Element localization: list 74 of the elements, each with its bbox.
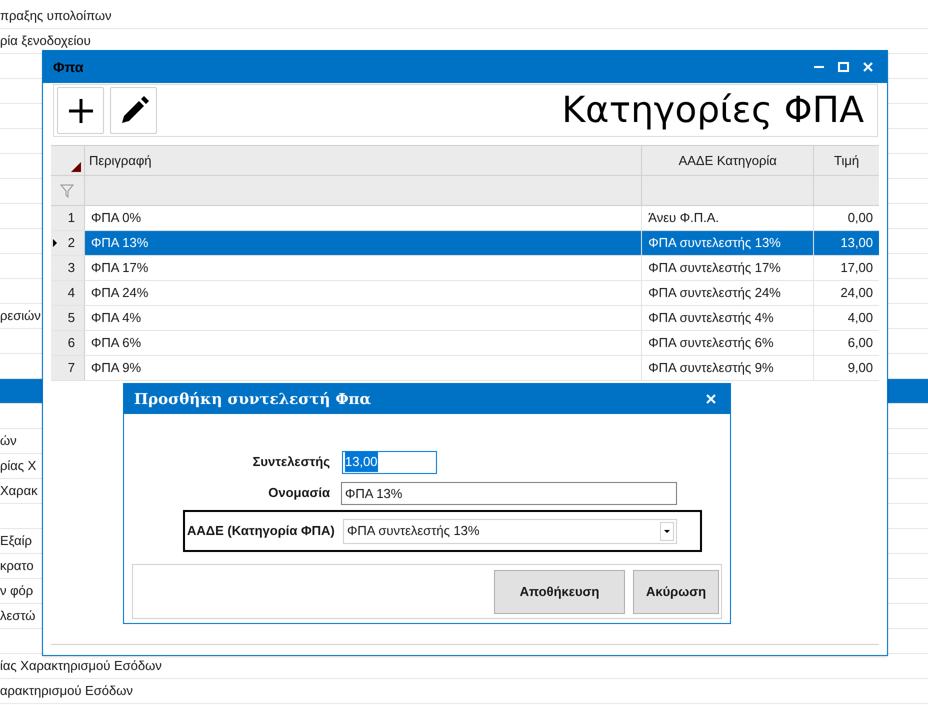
table-cell: ΦΠΑ συντελεστής 6%: [642, 331, 814, 355]
table-cell: Άνευ Φ.Π.Α.: [642, 206, 814, 230]
edit-button[interactable]: [110, 87, 157, 134]
table-cell: ΦΠΑ 17%: [84, 256, 642, 280]
selected-value-text: 13,00: [345, 452, 378, 472]
field-label: Ονομασία: [267, 484, 330, 502]
table-cell: ΦΠΑ συντελεστής 4%: [642, 306, 814, 330]
column-header[interactable]: ΑΑΔΕ Κατηγορία: [642, 146, 814, 175]
row-number: 4: [51, 281, 85, 305]
table-cell-text: 17,00: [839, 259, 874, 278]
field-label: ΑΑΔΕ (Κατηγορία ΦΠΑ): [186, 522, 336, 540]
dialog-title: Προσθήκη συντελεστή Φπα: [134, 388, 372, 410]
table-row[interactable]: 1 ΦΠΑ 0% Άνευ Φ.Π.Α. 0,00: [51, 206, 879, 231]
table-cell: ΦΠΑ 24%: [84, 281, 642, 305]
row-pointer-icon: [53, 239, 57, 247]
page-heading: Κατηγορίες ΦΠΑ: [562, 88, 865, 132]
table-cell: ΦΠΑ 0%: [84, 206, 642, 230]
table-row[interactable]: 7 ΦΠΑ 9% ΦΠΑ συντελεστής 9% 9,00: [51, 356, 879, 381]
list-item-text: πραξης υπολοίπων: [0, 7, 112, 26]
row-number: 6: [51, 331, 85, 355]
list-item-text: ίας Χαρακτηρισμού Εσόδων: [0, 657, 162, 676]
dropdown-button[interactable]: [660, 522, 674, 540]
table-cell-text: 6,00: [846, 334, 874, 352]
table-row[interactable]: 5 ΦΠΑ 4% ΦΠΑ συντελεστής 4% 4,00: [51, 306, 879, 331]
maximize-icon[interactable]: [838, 62, 849, 72]
table-cell: ΦΠΑ συντελεστής 17%: [642, 256, 814, 280]
table-cell-text: 0,00: [846, 209, 874, 228]
table-cell-text: 24,00: [839, 284, 874, 302]
column-header[interactable]: Περιγραφή: [84, 146, 642, 175]
list-item-text: Χαρακ: [0, 482, 38, 500]
row-number: 7: [51, 356, 85, 380]
corner-triangle-icon: [70, 162, 81, 172]
list-item-text: ρεσιών: [0, 307, 41, 326]
list-item-text: λεστώ: [0, 607, 36, 626]
rate-field[interactable]: 13,00: [342, 450, 437, 474]
row-number: 2: [51, 231, 85, 255]
add-button[interactable]: [57, 87, 104, 134]
row-number: 5: [51, 306, 85, 330]
list-item-text: ών: [0, 432, 17, 450]
save-button[interactable]: Αποθήκευση: [494, 570, 625, 614]
table-cell: ΦΠΑ συντελεστής 24%: [642, 281, 814, 305]
column-header[interactable]: Τιμή: [814, 146, 879, 175]
table-cell-text: 9,00: [846, 359, 874, 378]
table-cell: ΦΠΑ 13%: [84, 231, 642, 255]
table-cell: ΦΠΑ 6%: [84, 331, 642, 355]
list-item-text: Εξαίρ: [0, 532, 32, 550]
plus-icon: [68, 98, 94, 124]
list-row[interactable]: πραξης υπολοίπων: [0, 4, 928, 29]
table-row[interactable]: 2 ΦΠΑ 13% ΦΠΑ συντελεστής 13% 13,00: [51, 231, 879, 256]
list-item-text: ρίας Χ: [0, 457, 36, 476]
row-number: 3: [51, 256, 85, 280]
list-item-text: κρατο: [0, 557, 34, 576]
category-dropdown[interactable]: ΦΠΑ συντελεστής 13%: [343, 518, 677, 544]
table-row[interactable]: 4 ΦΠΑ 24% ΦΠΑ συντελεστής 24% 24,00: [51, 281, 879, 306]
table-row[interactable]: 3 ΦΠΑ 17% ΦΠΑ συντελεστής 17% 17,00: [51, 256, 879, 281]
table-cell: ΦΠΑ 4%: [84, 306, 642, 330]
table-cell: ΦΠΑ 9%: [84, 356, 642, 380]
table-cell: ΦΠΑ συντελεστής 9%: [642, 356, 814, 380]
table-row[interactable]: 6 ΦΠΑ 6% ΦΠΑ συντελεστής 6% 6,00: [51, 331, 879, 356]
row-number: 1: [51, 206, 85, 230]
caret-icon: [664, 530, 670, 532]
list-row[interactable]: αρακτηρισμού Εσόδων: [0, 679, 928, 704]
window-title: Φπα: [53, 58, 84, 76]
close-icon[interactable]: [706, 394, 716, 404]
list-item-text: ρία ξενοδοχείου: [0, 32, 91, 50]
close-icon[interactable]: [863, 62, 873, 72]
table-cell: ΦΠΑ συντελεστής 13%: [642, 231, 814, 255]
name-field[interactable]: ΦΠΑ 13%: [341, 482, 677, 504]
table-cell-text: 4,00: [846, 309, 874, 328]
field-label: Συντελεστής: [252, 453, 330, 472]
table-cell-text: 13,00: [839, 234, 874, 252]
list-item-text: αρακτηρισμού Εσόδων: [0, 682, 133, 700]
cancel-button[interactable]: Ακύρωση: [633, 570, 719, 614]
list-item-text: ν φόρ: [0, 582, 34, 600]
